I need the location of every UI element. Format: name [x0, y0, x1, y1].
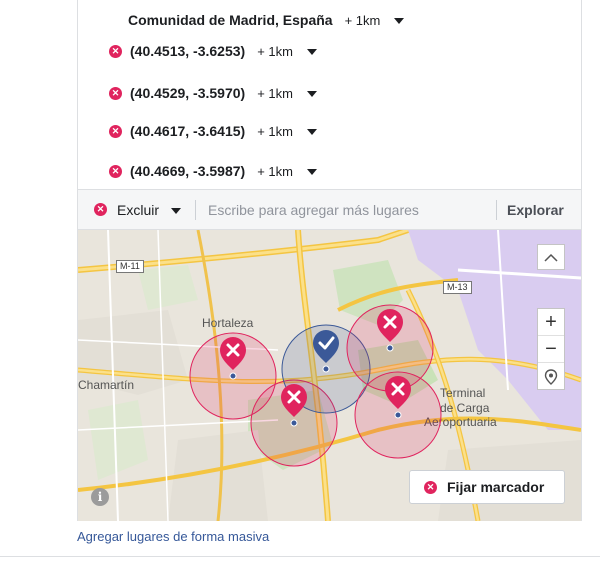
zoom-out-button[interactable]: − [538, 336, 564, 363]
location-label: (40.4669, -3.5987) [130, 163, 246, 179]
location-list: Comunidad de Madrid, España + 1km ✕ (40.… [78, 0, 581, 190]
zoom-in-button[interactable]: + [538, 309, 564, 336]
chevron-down-icon[interactable] [306, 49, 317, 55]
location-label: (40.4617, -3.6415) [130, 123, 246, 139]
divider [496, 199, 498, 220]
remove-location-icon[interactable]: ✕ [109, 86, 122, 100]
chevron-up-icon [544, 253, 558, 262]
exclude-icon: ✕ [94, 203, 107, 216]
radius-dropdown[interactable]: + 1km [257, 86, 293, 101]
chevron-down-icon [171, 207, 182, 214]
location-label: (40.4513, -3.6253) [130, 43, 246, 59]
location-label: (40.4529, -3.5970) [130, 85, 246, 101]
divider [195, 199, 197, 220]
location-search-input[interactable] [208, 201, 491, 218]
fix-marker-label: Fijar marcador [447, 479, 545, 495]
radius-dropdown[interactable]: + 1km [257, 124, 293, 139]
location-search-bar: ✕ Excluir Explorar [78, 190, 581, 230]
radius-dropdown[interactable]: + 1km [257, 44, 293, 59]
bulk-add-locations-link[interactable]: Agregar lugares de forma masiva [77, 529, 269, 544]
chevron-down-icon[interactable] [394, 18, 405, 24]
location-row: Comunidad de Madrid, España + 1km [128, 5, 405, 35]
remove-location-icon[interactable]: ✕ [109, 44, 122, 58]
location-row: ✕ (40.4529, -3.5970) + 1km [109, 78, 317, 108]
exclude-label: Excluir [117, 201, 160, 218]
collapse-map-button[interactable] [537, 244, 565, 270]
location-targeting-panel: Comunidad de Madrid, España + 1km ✕ (40.… [77, 0, 582, 521]
radius-dropdown[interactable]: + 1km [345, 13, 381, 28]
divider [0, 556, 600, 557]
remove-location-icon[interactable]: ✕ [109, 124, 122, 138]
exclude-icon: ✕ [424, 480, 437, 494]
location-target-icon [544, 368, 558, 385]
location-row: ✕ (40.4513, -3.6253) + 1km [109, 36, 317, 66]
chevron-down-icon[interactable] [306, 91, 317, 97]
include-exclude-dropdown[interactable]: ✕ Excluir [94, 198, 182, 222]
location-label: Comunidad de Madrid, España [128, 12, 333, 28]
explore-button[interactable]: Explorar [507, 202, 564, 218]
map-view[interactable]: M-11 M-13 Hortaleza Chamartín Terminal d… [78, 230, 581, 521]
info-icon[interactable]: i [91, 488, 109, 506]
zoom-controls: + − [537, 308, 565, 390]
my-location-button[interactable] [538, 363, 564, 390]
location-row: ✕ (40.4617, -3.6415) + 1km [109, 116, 317, 146]
location-row: ✕ (40.4669, -3.5987) + 1km [109, 156, 317, 186]
remove-location-icon[interactable]: ✕ [109, 164, 122, 178]
fix-marker-button[interactable]: ✕ Fijar marcador [409, 470, 565, 504]
chevron-down-icon[interactable] [306, 129, 317, 135]
chevron-down-icon[interactable] [306, 169, 317, 175]
radius-dropdown[interactable]: + 1km [257, 164, 293, 179]
